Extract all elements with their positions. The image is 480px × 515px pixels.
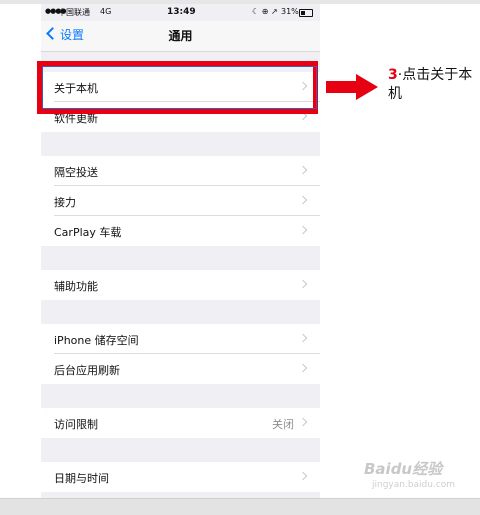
chevron-right-icon (298, 165, 308, 175)
status-bar: ●●●● 中国联通 4G 13:49 ☾ ⊕ ↗ 31% (41, 4, 320, 21)
row-label: 访问限制 (54, 418, 98, 431)
page-title: 通用 (168, 29, 193, 43)
step-text: ·点击关于本机 (388, 67, 473, 102)
settings-row-airdrop[interactable]: 隔空投送 (41, 156, 320, 186)
battery-percent: 31% (281, 7, 299, 16)
chevron-right-icon (298, 225, 308, 235)
settings-row-date-time[interactable]: 日期与时间 (41, 462, 320, 492)
status-icons: ☾ ⊕ ↗ (252, 7, 278, 16)
row-label: 隔空投送 (54, 166, 98, 179)
chevron-right-icon (298, 363, 308, 373)
bottom-border (0, 498, 480, 515)
settings-row-background-refresh[interactable]: 后台应用刷新 (41, 354, 320, 384)
settings-row-carplay[interactable]: CarPlay 车载 (41, 216, 320, 246)
settings-row-storage[interactable]: iPhone 储存空间 (41, 324, 320, 354)
carrier-label: 中国联通 (58, 8, 90, 17)
watermark-url: jingyan.baidu.com (372, 480, 456, 490)
row-label: iPhone 储存空间 (54, 334, 139, 347)
settings-row-handoff[interactable]: 接力 (41, 186, 320, 216)
battery-icon (299, 9, 313, 17)
chevron-right-icon (298, 279, 308, 289)
restrictions-value: 关闭 (272, 418, 294, 431)
row-label: CarPlay 车载 (54, 226, 122, 239)
clock: 13:49 (167, 7, 196, 17)
watermark-logo: Baidu经验 (364, 460, 443, 478)
focus-outline (42, 66, 317, 109)
settings-row-restrictions[interactable]: 访问限制 关闭 (41, 408, 320, 438)
chevron-right-icon (298, 195, 308, 205)
chevron-right-icon (298, 471, 308, 481)
row-label: 后台应用刷新 (54, 364, 120, 377)
step-number: 3 (388, 67, 398, 83)
annotation-text: 3·点击关于本机 (388, 66, 478, 104)
row-label: 接力 (54, 196, 76, 209)
row-label: 辅助功能 (54, 280, 98, 293)
navigation-bar: 设置 通用 (41, 21, 320, 52)
row-label: 日期与时间 (54, 472, 109, 485)
chevron-right-icon (298, 333, 308, 343)
settings-row-accessibility[interactable]: 辅助功能 (41, 270, 320, 300)
network-label: 4G (100, 7, 112, 16)
arrow-right-icon (326, 74, 378, 100)
chevron-right-icon (298, 417, 308, 427)
